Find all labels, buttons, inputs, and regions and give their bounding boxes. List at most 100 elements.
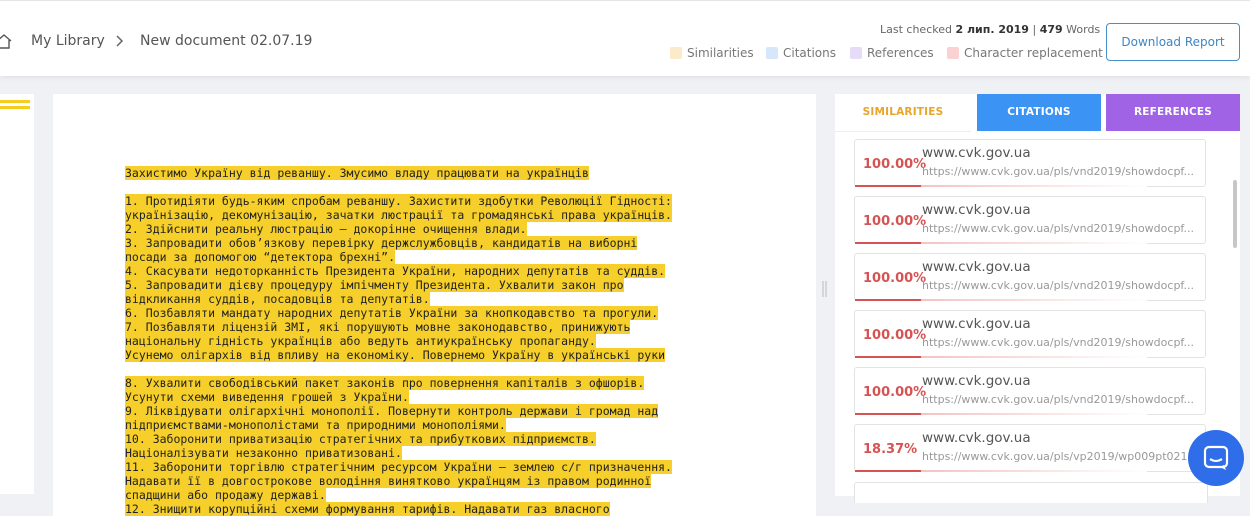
document-pane[interactable]: Захистимо Україну від реваншу. Змусимо в… xyxy=(53,94,816,516)
highlighted-text: відкликання суддів, посадовців та депута… xyxy=(125,292,430,306)
result-card[interactable]: 100.00% www.cvk.gov.ua https://www.cvk.gov… xyxy=(854,139,1206,187)
highlighted-text: 4. Скасувати недоторканність Президента … xyxy=(125,264,666,278)
document-line: Усунути схеми виведення грошей з України… xyxy=(125,390,672,404)
menu-icon[interactable] xyxy=(0,100,30,112)
highlighted-text: спадщини або продажу державі. xyxy=(125,488,326,502)
match-bar-track xyxy=(921,185,1147,187)
tab-references[interactable]: REFERENCES xyxy=(1106,94,1240,131)
header-separator: | xyxy=(1032,23,1037,36)
match-bar xyxy=(855,470,921,472)
top-header: My Library New document 02.07.19 Last ch… xyxy=(0,0,1250,76)
match-bar-track xyxy=(921,413,1147,415)
document-line: спадщини або продажу державі. xyxy=(125,488,672,502)
source-site[interactable]: www.cvk.gov.ua xyxy=(922,259,1031,275)
document-line: 3. Запровадити обов’язкову перевірку дер… xyxy=(125,236,672,250)
highlighted-text: національну гідність українців або ведут… xyxy=(125,334,596,348)
highlighted-text: 11. Заборонити торгівлю стратегічним рес… xyxy=(125,460,672,474)
result-card[interactable]: 100.00% www.cvk.gov.ua https://www.cvk.gov… xyxy=(854,367,1206,415)
source-url[interactable]: https://www.cvk.gov.ua/pls/vnd2019/showd… xyxy=(922,279,1202,292)
highlighted-text: 12. Знищити корупційні схеми формування … xyxy=(125,502,610,516)
home-icon[interactable] xyxy=(0,33,12,49)
match-percentage: 100.00% xyxy=(863,328,927,343)
results-scrollbar[interactable] xyxy=(1233,180,1237,248)
source-site[interactable]: www.cvk.gov.ua xyxy=(922,145,1031,161)
result-card[interactable]: 100.00% www.cvk.gov.ua https://www.cvk.gov… xyxy=(854,310,1206,358)
document-line: 8. Ухвалити свободівський пакет законів … xyxy=(125,376,672,390)
source-url[interactable]: https://www.cvk.gov.ua/pls/vnd2019/showd… xyxy=(922,222,1202,235)
download-report-button[interactable]: Download Report xyxy=(1106,23,1240,61)
chat-icon xyxy=(1203,445,1229,470)
result-card[interactable]: 100.00% www.cvk.gov.ua https://www.cvk.gov… xyxy=(854,253,1206,301)
match-percentage: 100.00% xyxy=(863,157,927,172)
result-card[interactable]: 18.37% www.cvk.gov.ua https://www.cvk.gov.… xyxy=(854,424,1206,472)
highlighted-text: підприємствами-монополістами та природни… xyxy=(125,418,506,432)
highlighted-text: 3. Запровадити обов’язкову перевірку дер… xyxy=(125,236,638,250)
last-checked-info: Last checked 2 лип. 2019 | 479 Words xyxy=(880,23,1100,36)
last-checked-label: Last checked xyxy=(880,23,952,36)
source-site[interactable]: www.cvk.gov.ua xyxy=(922,373,1031,389)
highlighted-text: посади за допомогою “детектора брехні”. xyxy=(125,250,396,264)
match-percentage: 18.37% xyxy=(863,442,918,457)
tab-citations[interactable]: CITATIONS xyxy=(977,94,1101,131)
highlighted-text: Націоналізувати незаконно приватизовані. xyxy=(125,446,402,460)
highlighted-text: 6. Позбавляти мандату народних депутатів… xyxy=(125,306,659,320)
document-blank-line xyxy=(125,180,672,194)
legend-swatch xyxy=(766,47,778,59)
highlighted-text: Надавати її в довгострокове володіння ви… xyxy=(125,474,652,488)
highlighted-text: 8. Ухвалити свободівський пакет законів … xyxy=(125,376,645,390)
document-text: Захистимо Україну від реваншу. Змусимо в… xyxy=(125,166,672,516)
document-line: 10. Заборонити приватизацію стратегічних… xyxy=(125,432,672,446)
document-line: національну гідність українців або ведут… xyxy=(125,334,672,348)
document-line: 7. Позбавляти ліцензій ЗМІ, які порушуют… xyxy=(125,320,672,334)
document-line: 1. Протидіяти будь-яким спробам реваншу.… xyxy=(125,194,672,208)
document-line: посади за допомогою “детектора брехні”. xyxy=(125,250,672,264)
document-line: українізацію, декомунізацію, зачатки люс… xyxy=(125,208,672,222)
match-bar-track xyxy=(921,470,1147,472)
match-percentage: 100.00% xyxy=(863,271,927,286)
highlighted-text: Усунемо олігархів від впливу на економік… xyxy=(125,348,666,362)
results-panel: SIMILARITIES CITATIONS REFERENCES 100.00… xyxy=(835,94,1240,496)
drag-handle-icon[interactable] xyxy=(821,280,829,298)
source-url[interactable]: https://www.cvk.gov.ua/pls/vnd2019/showd… xyxy=(922,165,1202,178)
document-line: відкликання суддів, посадовців та депута… xyxy=(125,292,672,306)
highlighted-text: Усунути схеми виведення грошей з України… xyxy=(125,390,409,404)
legend-label: Citations xyxy=(783,46,837,60)
highlighted-text: 10. Заборонити приватизацію стратегічних… xyxy=(125,432,596,446)
source-url[interactable]: https://www.cvk.gov.ua/pls/vnd2019/showd… xyxy=(922,336,1202,349)
source-url[interactable]: https://www.cvk.gov.ua/pls/vnd2019/showd… xyxy=(922,393,1202,406)
legend-swatch xyxy=(670,47,682,59)
document-line: підприємствами-монополістами та природни… xyxy=(125,418,672,432)
legend-label: References xyxy=(867,46,934,60)
highlighted-text: 9. Ліквідувати олігархічні монополії. По… xyxy=(125,404,659,418)
breadcrumb-my-library[interactable]: My Library xyxy=(31,33,105,49)
result-card-partial[interactable] xyxy=(854,482,1208,503)
source-url[interactable]: https://www.cvk.gov.ua/pls/vp2019/wp009p… xyxy=(922,450,1202,463)
match-bar xyxy=(855,299,921,301)
legend-swatch xyxy=(947,47,959,59)
highlighted-text: Захистимо Україну від реваншу. Змусимо в… xyxy=(125,166,589,180)
document-line: 5. Запровадити дієву процедуру імпічмент… xyxy=(125,278,672,292)
legend-similarities: Similarities xyxy=(670,46,754,60)
match-bar xyxy=(855,356,921,358)
document-line: Націоналізувати незаконно приватизовані. xyxy=(125,446,672,460)
document-line: Надавати її в довгострокове володіння ви… xyxy=(125,474,672,488)
chat-button[interactable] xyxy=(1188,430,1244,486)
match-bar-track xyxy=(921,299,1147,301)
match-bar xyxy=(855,413,921,415)
result-card[interactable]: 100.00% www.cvk.gov.ua https://www.cvk.gov… xyxy=(854,196,1206,244)
highlighted-text: 2. Здійснити реальну люстрацію — докорін… xyxy=(125,222,527,236)
match-percentage: 100.00% xyxy=(863,214,927,229)
legend-label: Character replacement xyxy=(964,46,1103,60)
legend-citations: Citations xyxy=(766,46,836,60)
document-line: Усунемо олігархів від впливу на економік… xyxy=(125,348,672,362)
highlighted-text: українізацію, декомунізацію, зачатки люс… xyxy=(125,208,672,222)
source-site[interactable]: www.cvk.gov.ua xyxy=(922,202,1031,218)
match-bar-track xyxy=(921,242,1147,244)
highlighted-text: 7. Позбавляти ліцензій ЗМІ, які порушуют… xyxy=(125,320,631,334)
match-bar xyxy=(855,185,921,187)
document-line: 12. Знищити корупційні схеми формування … xyxy=(125,502,672,516)
tab-similarities[interactable]: SIMILARITIES xyxy=(835,94,971,132)
match-bar-track xyxy=(921,356,1147,358)
source-site[interactable]: www.cvk.gov.ua xyxy=(922,430,1031,446)
source-site[interactable]: www.cvk.gov.ua xyxy=(922,316,1031,332)
